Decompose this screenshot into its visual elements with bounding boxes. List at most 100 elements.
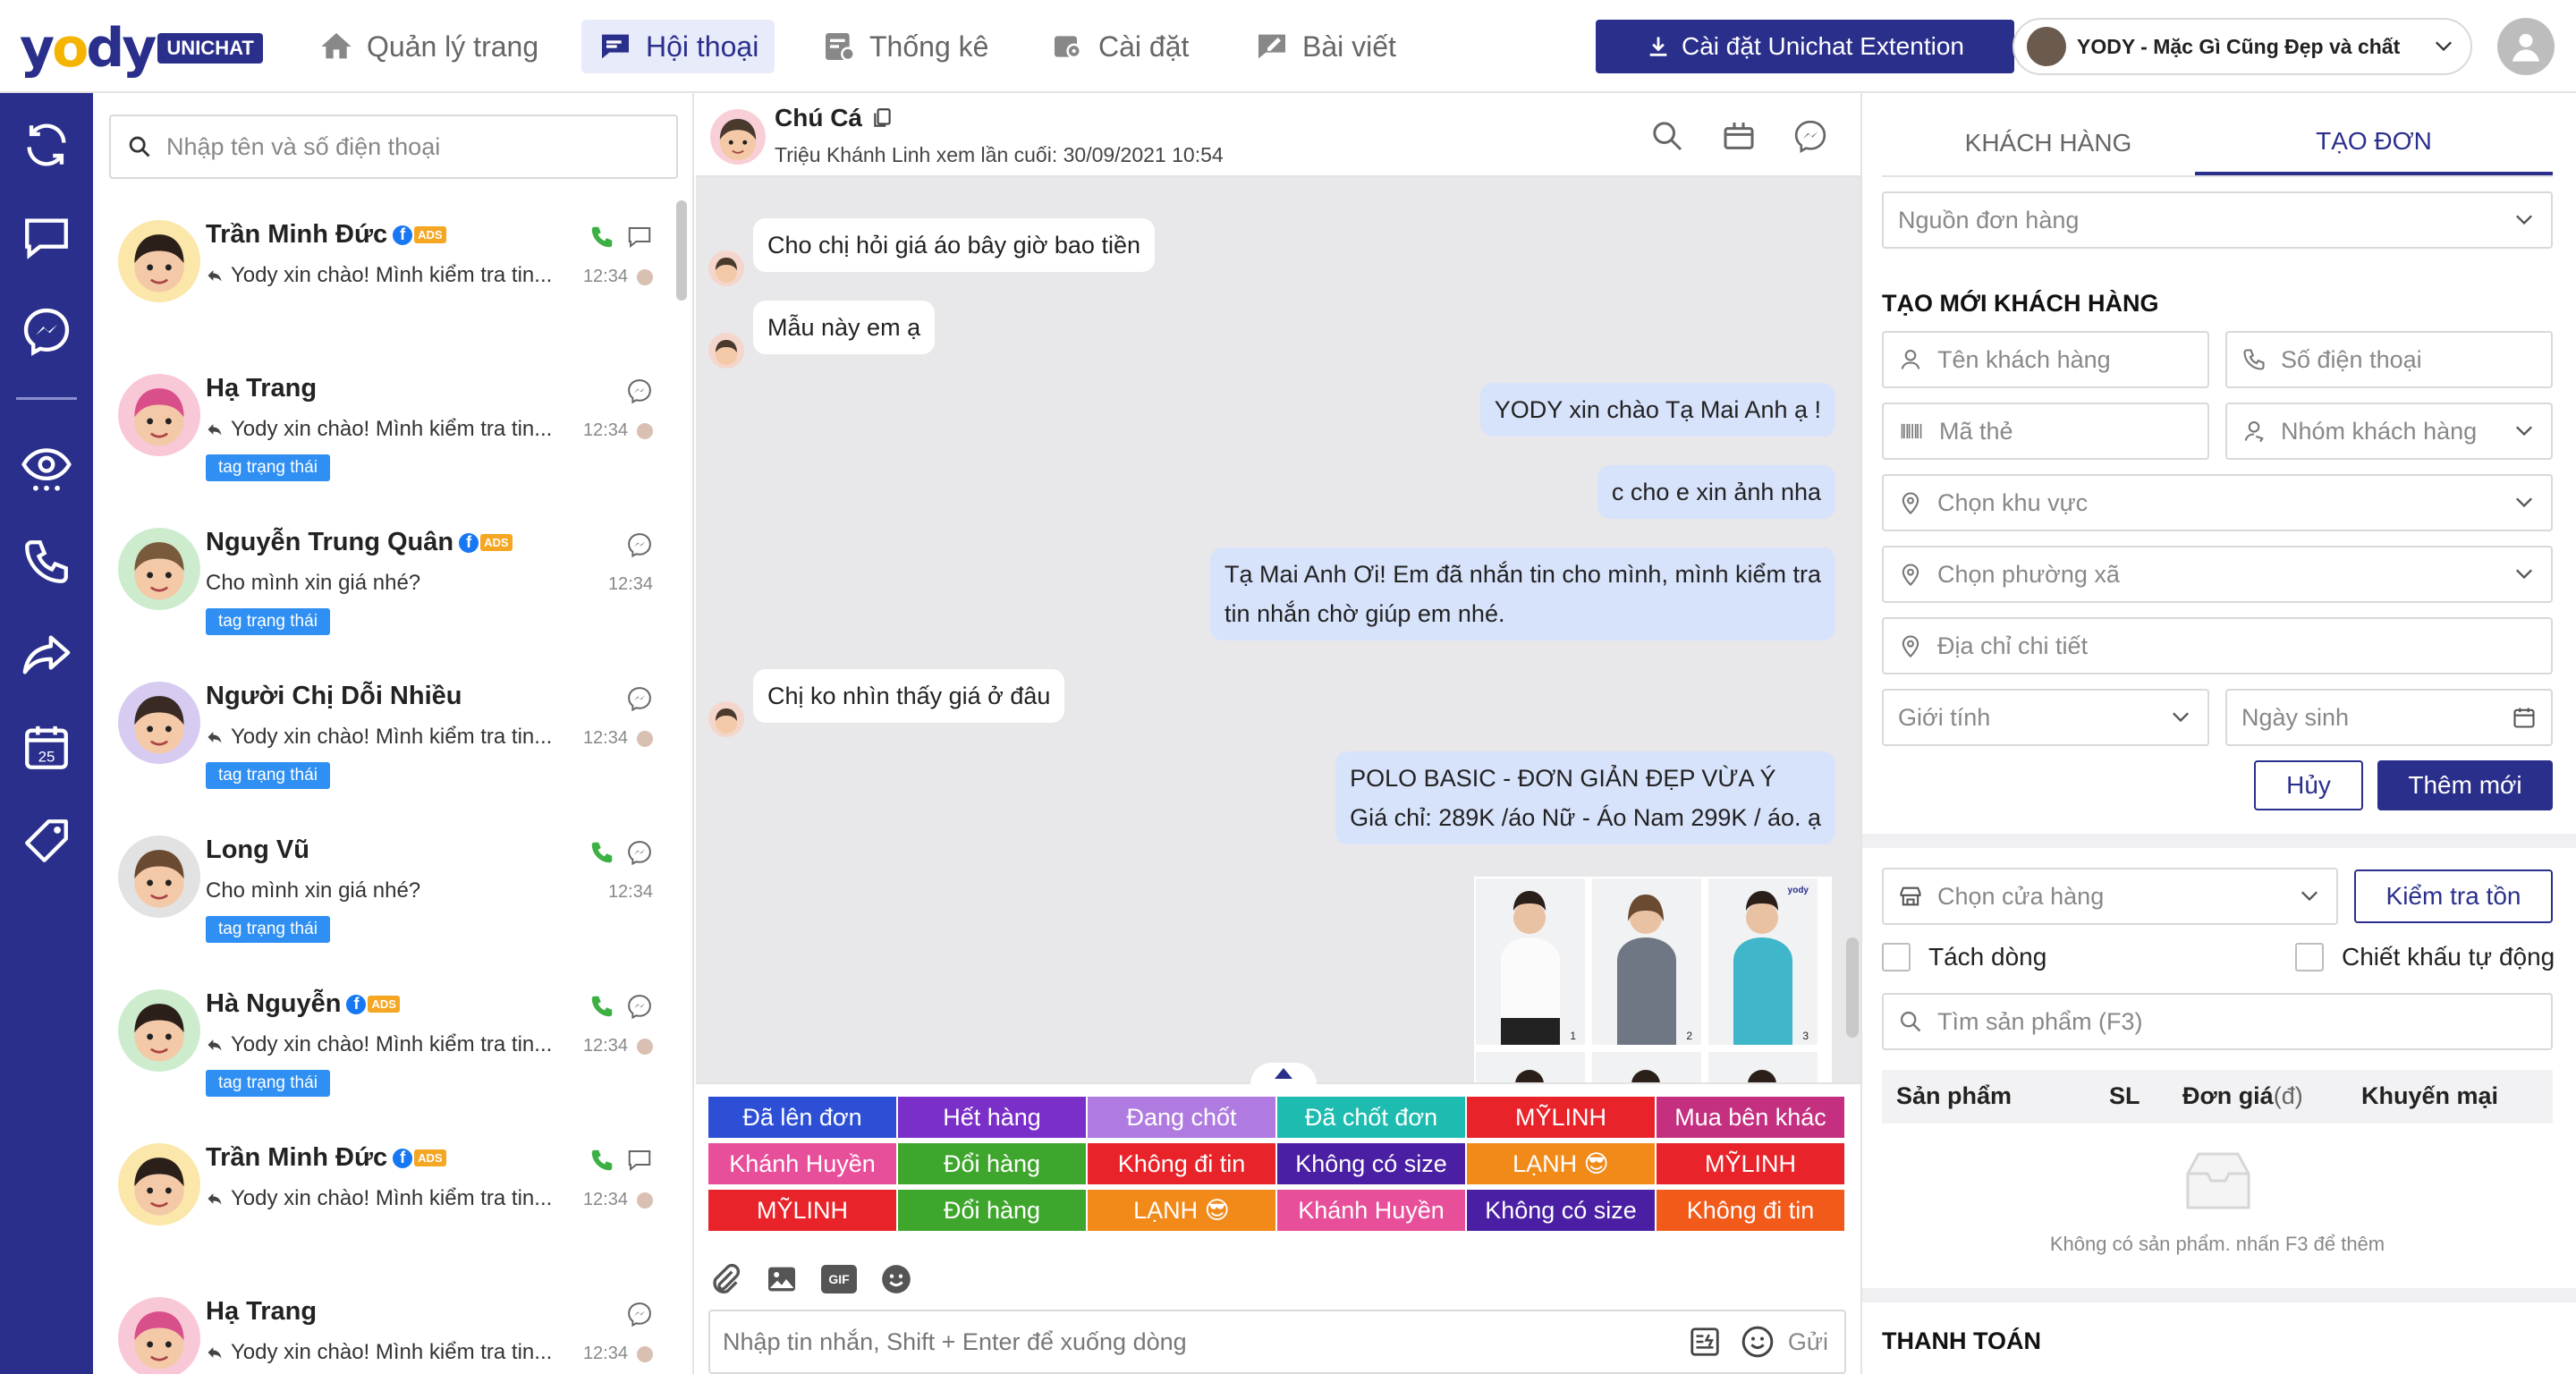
message-input[interactable] bbox=[723, 1327, 1688, 1356]
messenger-icon[interactable] bbox=[1792, 118, 1828, 154]
nav-statistics[interactable]: Thống kê bbox=[805, 20, 1004, 73]
phone-icon[interactable] bbox=[20, 535, 73, 589]
status-tag[interactable]: tag trạng thái bbox=[206, 608, 330, 635]
product-photo[interactable]: 2 bbox=[1590, 877, 1703, 1047]
nav-posts[interactable]: Bài viết bbox=[1238, 20, 1412, 73]
status-tag[interactable]: tag trạng thái bbox=[206, 762, 330, 789]
check-stock-button[interactable]: Kiểm tra tồn bbox=[2354, 869, 2553, 923]
quick-tag-button[interactable]: MỸLINH bbox=[1467, 1097, 1655, 1138]
checkbox[interactable] bbox=[1882, 943, 1911, 971]
quick-tag-button[interactable]: Không đi tin bbox=[1088, 1143, 1275, 1184]
quick-tag-button[interactable]: Khánh Huyền bbox=[1277, 1190, 1465, 1231]
store-select[interactable]: Chọn cửa hàng bbox=[1882, 868, 2338, 925]
customer-name-field[interactable]: Tên khách hàng bbox=[1882, 331, 2209, 388]
quick-reply-icon[interactable] bbox=[1688, 1325, 1722, 1359]
conversation-item[interactable]: Long Vũ Cho mình xin giá nhé? tag trạng th… bbox=[93, 819, 674, 973]
auto-discount-checkbox[interactable]: Chiết khấu tự động bbox=[2295, 943, 2555, 971]
conversation-item[interactable]: Hà Nguyễn f ADS Yody xin chào! Mình kiểm tr… bbox=[93, 973, 674, 1127]
phone-call-icon[interactable] bbox=[589, 1147, 615, 1174]
messenger-icon[interactable] bbox=[20, 304, 73, 358]
calendar-icon[interactable]: 25 bbox=[20, 721, 73, 775]
status-tag[interactable]: tag trạng thái bbox=[206, 1070, 330, 1097]
quick-tag-button[interactable]: Hết hàng bbox=[898, 1097, 1086, 1138]
status-tag[interactable]: tag trạng thái bbox=[206, 916, 330, 943]
conversation-item[interactable]: Hạ Trang Yody xin chào! Mình kiểm tra tin… bbox=[93, 1281, 674, 1374]
messenger-icon bbox=[628, 995, 651, 1020]
phone-field[interactable]: Số điện thoại bbox=[2225, 331, 2553, 388]
search-icon[interactable] bbox=[1649, 118, 1685, 154]
tag-icon[interactable] bbox=[20, 814, 73, 868]
add-customer-button[interactable]: Thêm mới bbox=[2377, 760, 2553, 810]
status-tag[interactable]: tag trạng thái bbox=[206, 454, 330, 481]
customer-group-select[interactable]: Nhóm khách hàng bbox=[2225, 403, 2553, 460]
quick-tag-button[interactable]: Không có size bbox=[1277, 1143, 1465, 1184]
search-input[interactable] bbox=[166, 132, 667, 161]
gender-select[interactable]: Giới tính bbox=[1882, 689, 2209, 746]
refresh-icon[interactable] bbox=[20, 118, 73, 172]
product-photo[interactable] bbox=[1590, 1050, 1703, 1082]
product-search-field[interactable]: Tìm sản phẩm (F3) bbox=[1882, 993, 2553, 1050]
product-photo[interactable]: 3 yody bbox=[1707, 877, 1819, 1047]
quick-tag-button[interactable]: LẠNH 😎 bbox=[1467, 1143, 1655, 1184]
region-select[interactable]: Chọn khu vực bbox=[1882, 474, 2553, 531]
quick-tag-button[interactable]: Đổi hàng bbox=[898, 1143, 1086, 1184]
tab-create-order[interactable]: TẠO ĐƠN bbox=[2195, 111, 2553, 175]
order-source-select[interactable]: Nguồn đơn hàng bbox=[1882, 191, 2553, 249]
nav-manage-pages[interactable]: Quản lý trang bbox=[302, 20, 555, 73]
send-button[interactable]: Gửi bbox=[1788, 1328, 1828, 1356]
conversation-item[interactable]: Nguyễn Trung Quân f ADS Cho mình xin giá nh… bbox=[93, 512, 674, 666]
product-image-message[interactable]: 1 2 3 yody bbox=[1474, 877, 1832, 1082]
quick-tag-button[interactable]: MỸLINH bbox=[1657, 1143, 1844, 1184]
conversation-item[interactable]: Hạ Trang Yody xin chào! Mình kiểm tra tin… bbox=[93, 358, 674, 512]
chat-scrollbar[interactable] bbox=[1846, 937, 1859, 1038]
checkbox[interactable] bbox=[2295, 943, 2324, 971]
eye-icon[interactable] bbox=[20, 442, 73, 496]
message-composer[interactable]: Gửi bbox=[708, 1310, 1846, 1374]
split-line-checkbox[interactable]: Tách dòng bbox=[1882, 943, 2046, 971]
quick-tag-button[interactable]: Mua bên khác bbox=[1657, 1097, 1844, 1138]
image-icon[interactable] bbox=[764, 1261, 800, 1297]
emoji-icon[interactable] bbox=[1740, 1324, 1775, 1360]
tab-customer[interactable]: KHÁCH HÀNG bbox=[1882, 111, 2215, 175]
quick-tag-button[interactable]: Không có size bbox=[1467, 1190, 1655, 1231]
cancel-button[interactable]: Hủy bbox=[2254, 760, 2363, 810]
collapse-tags-toggle[interactable] bbox=[1250, 1063, 1317, 1084]
quick-tag-button[interactable]: Khánh Huyền bbox=[708, 1143, 896, 1184]
seen-avatar bbox=[637, 1192, 653, 1209]
attachment-icon[interactable] bbox=[707, 1261, 742, 1297]
sticker-icon[interactable] bbox=[878, 1261, 914, 1297]
page-selector[interactable]: YODY - Mặc Gì Cũng Đẹp và chất bbox=[2012, 18, 2472, 75]
conversation-item[interactable]: Trần Minh Đức f ADS Yody xin chào! Mình kiể… bbox=[93, 1127, 674, 1281]
product-photo[interactable] bbox=[1474, 1050, 1587, 1082]
app-logo[interactable]: yody UNICHAT bbox=[20, 21, 263, 75]
quick-tag-button[interactable]: MỸLINH bbox=[708, 1190, 896, 1231]
gif-icon[interactable]: GIF bbox=[821, 1265, 857, 1293]
address-field[interactable]: Địa chỉ chi tiết bbox=[1882, 617, 2553, 674]
conversation-search[interactable] bbox=[109, 114, 678, 179]
copy-icon[interactable] bbox=[871, 106, 894, 130]
conversation-item[interactable]: Trần Minh Đức f ADS Yody xin chào! Mình kiể… bbox=[93, 204, 674, 358]
list-scrollbar[interactable] bbox=[676, 200, 687, 301]
nav-settings[interactable]: Cài đặt bbox=[1034, 20, 1205, 73]
birthday-field[interactable]: Ngày sinh bbox=[2225, 689, 2553, 746]
product-photo[interactable] bbox=[1707, 1050, 1819, 1082]
phone-call-icon[interactable] bbox=[589, 224, 615, 250]
conversation-item[interactable]: Người Chị Dỗi Nhiều Yody xin chào! Mình k… bbox=[93, 666, 674, 819]
quick-tag-button[interactable]: Không đi tin bbox=[1657, 1190, 1844, 1231]
install-extension-button[interactable]: Cài đặt Unichat Extention bbox=[1596, 20, 2014, 73]
card-code-field[interactable]: Mã thẻ bbox=[1882, 403, 2209, 460]
nav-conversations[interactable]: Hội thoại bbox=[581, 20, 775, 73]
ward-select[interactable]: Chọn phường xã bbox=[1882, 546, 2553, 603]
phone-call-icon[interactable] bbox=[589, 993, 615, 1020]
forward-icon[interactable] bbox=[20, 628, 73, 682]
user-avatar[interactable] bbox=[2497, 18, 2555, 75]
product-photo[interactable]: 1 bbox=[1474, 877, 1587, 1047]
quick-tag-button[interactable]: Đổi hàng bbox=[898, 1190, 1086, 1231]
quick-tag-button[interactable]: LẠNH 😎 bbox=[1088, 1190, 1275, 1231]
comment-icon[interactable] bbox=[20, 211, 73, 265]
quick-tag-button[interactable]: Đã lên đơn bbox=[708, 1097, 896, 1138]
cart-box-icon[interactable] bbox=[1721, 118, 1757, 154]
quick-tag-button[interactable]: Đã chốt đơn bbox=[1277, 1097, 1465, 1138]
phone-call-icon[interactable] bbox=[589, 839, 615, 866]
quick-tag-button[interactable]: Đang chốt bbox=[1088, 1097, 1275, 1138]
